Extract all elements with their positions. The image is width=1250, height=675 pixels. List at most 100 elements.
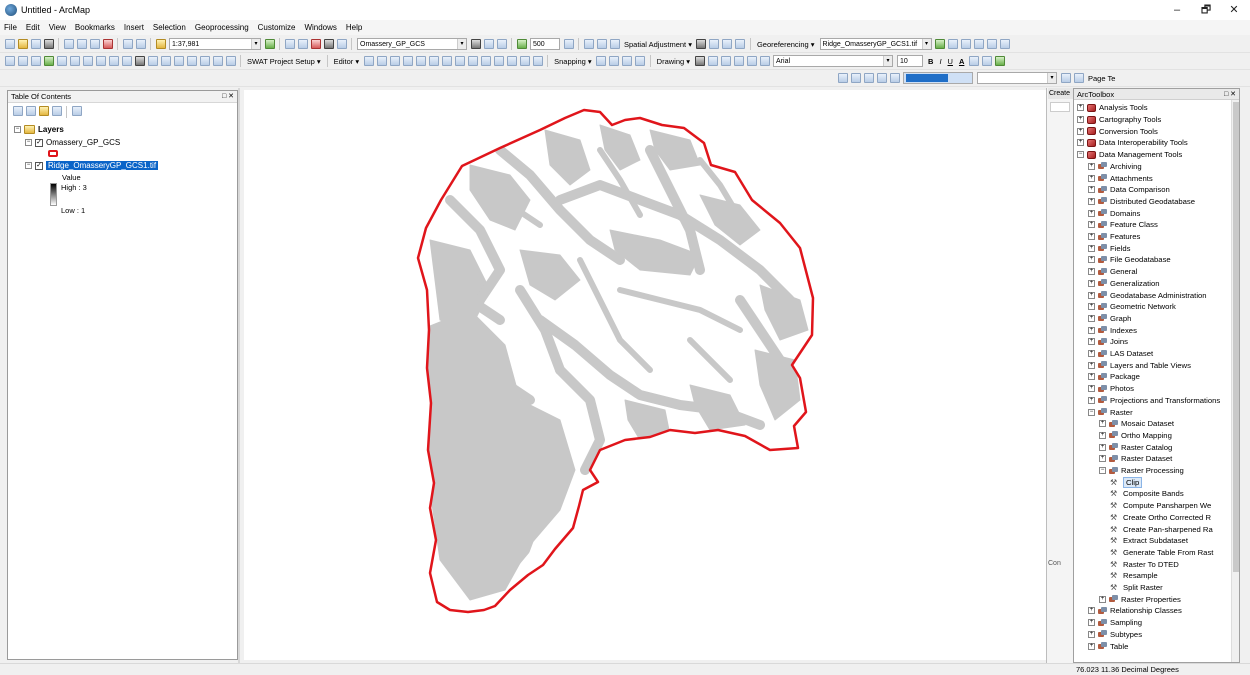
toolbox-item[interactable]: + Ortho Mapping [1099,430,1172,442]
rotate-tool-icon[interactable] [493,56,504,66]
measure-icon[interactable] [186,56,197,66]
catalog-icon[interactable] [297,39,308,49]
zoom-whole-page-icon[interactable] [720,56,731,66]
list-by-source-icon[interactable] [25,106,36,116]
menu-edit[interactable]: Edit [26,23,40,32]
toolbox-item[interactable]: + Data Comparison [1088,184,1170,196]
previous-frame-icon[interactable] [889,73,900,83]
toolbox-item[interactable]: + Archiving [1088,161,1142,173]
toolbox-item[interactable]: ⚒ Generate Table From Rast [1110,547,1213,559]
point-snapping-icon[interactable] [596,56,607,66]
menu-customize[interactable]: Customize [258,23,296,32]
edge-snapping-icon[interactable] [635,56,646,66]
expand-icon[interactable]: + [1088,209,1095,217]
effects-icon[interactable] [470,39,481,49]
rotate-icon[interactable] [961,39,972,49]
toc-layer-ridge[interactable]: − ✓ Ridge_OmasseryGP_GCS1.tif [25,161,159,170]
toolbox-item[interactable]: − Data Management Tools [1077,149,1182,161]
snapping-menu[interactable]: Snapping ▾ [554,57,592,66]
toolbox-item[interactable]: + Joins [1088,336,1128,348]
fixed-zoom-out-icon[interactable] [69,56,80,66]
fixed-zoom-in-icon[interactable] [56,56,67,66]
pan-icon[interactable] [30,56,41,66]
expand-icon[interactable]: + [1088,326,1095,334]
toolbox-item[interactable]: + Projections and Transformations [1088,395,1220,407]
expand-icon[interactable]: + [1088,396,1095,404]
spline-text-icon[interactable] [759,56,770,66]
cut-icon[interactable] [63,39,74,49]
model-builder-icon[interactable] [336,39,347,49]
chevron-down-icon[interactable]: ▾ [921,39,931,49]
resolution-icon[interactable] [516,39,527,49]
python-icon[interactable] [323,39,334,49]
save-icon[interactable] [30,39,41,49]
expand-icon[interactable]: + [1099,420,1106,428]
map-display[interactable] [244,90,1046,660]
menu-file[interactable]: File [4,23,17,32]
expand-icon[interactable]: + [1088,197,1095,205]
marker-color-icon[interactable] [994,56,1005,66]
create-features-icon[interactable] [532,56,543,66]
collapse-icon[interactable]: − [25,162,32,169]
collapse-icon[interactable]: − [1088,408,1095,416]
toolbox-item[interactable]: + Conversion Tools [1077,125,1158,137]
point-icon[interactable] [428,56,439,66]
underline-button[interactable]: U [948,57,953,66]
expand-icon[interactable]: + [1088,256,1095,264]
toolbox-item[interactable]: + Feature Class [1088,219,1158,231]
forward-icon[interactable] [95,56,106,66]
collapse-icon[interactable]: − [1077,151,1084,159]
swipe-icon[interactable] [483,39,494,49]
layer-name[interactable]: Omassery_GP_GCS [46,138,120,147]
straight-segment-icon[interactable] [389,56,400,66]
toolbox-item[interactable]: + Fields [1088,242,1131,254]
stretch-color-ramp[interactable] [50,183,57,206]
chevron-down-icon[interactable]: ▾ [251,39,260,49]
toolbox-item[interactable]: ⚒ Resample [1110,570,1158,582]
select-elements-icon[interactable] [694,56,705,66]
goto-xy-icon[interactable] [225,56,236,66]
expand-icon[interactable]: + [1088,361,1095,369]
expand-icon[interactable]: + [1088,350,1095,358]
zoom-in-icon[interactable] [4,56,15,66]
expand-icon[interactable]: + [1088,174,1095,182]
toolbox-item[interactable]: + Cartography Tools [1077,114,1161,126]
map-canvas[interactable] [244,90,1046,660]
toolbox-item[interactable]: + Package [1088,371,1140,383]
font-size-combo[interactable]: 10 [897,55,924,67]
toolbox-item[interactable]: + Analysis Tools [1077,102,1148,114]
edit-annotation-icon[interactable] [376,56,387,66]
first-frame-icon[interactable] [876,73,887,83]
toolbox-item[interactable]: + Geodatabase Administration [1088,289,1207,301]
split-icon[interactable] [480,56,491,66]
drawing-menu[interactable]: Drawing ▾ [657,57,690,66]
menu-selection[interactable]: Selection [153,23,186,32]
delete-icon[interactable] [102,39,113,49]
list-by-selection-icon[interactable] [51,106,62,116]
toolbox-item[interactable]: ⚒ Create Pan-sharpened Ra [1110,523,1213,535]
menu-windows[interactable]: Windows [304,23,336,32]
toolbox-item[interactable]: + LAS Dataset [1088,348,1153,360]
toolbox-item[interactable]: + Domains [1088,207,1140,219]
italic-button[interactable]: I [939,57,941,66]
redo-icon[interactable] [135,39,146,49]
menu-bookmarks[interactable]: Bookmarks [75,23,115,32]
minimize-button[interactable]: – [1163,2,1191,18]
trace-icon[interactable] [415,56,426,66]
georef-table-icon[interactable] [863,73,874,83]
toolbox-item[interactable]: − Raster Processing [1099,465,1184,477]
scrollbar-thumb[interactable] [1233,102,1239,572]
fit-icon[interactable] [935,39,946,49]
toolbox-item[interactable]: ⚒ Raster To DTED [1110,558,1179,570]
toolbox-item[interactable]: ⚒ Compute Pansharpen We [1110,500,1211,512]
toolbox-item[interactable]: + Raster Dataset [1099,453,1172,465]
options-icon[interactable] [71,106,82,116]
rectangle-icon[interactable] [733,56,744,66]
toolbox-item[interactable]: + Distributed Geodatabase [1088,196,1195,208]
menu-help[interactable]: Help [346,23,362,32]
select-elements-icon[interactable] [134,56,145,66]
expand-icon[interactable]: + [1077,139,1084,147]
toolbox-item[interactable]: + Sampling [1088,617,1142,629]
line-color-icon[interactable] [981,56,992,66]
expand-icon[interactable]: + [1088,642,1095,650]
